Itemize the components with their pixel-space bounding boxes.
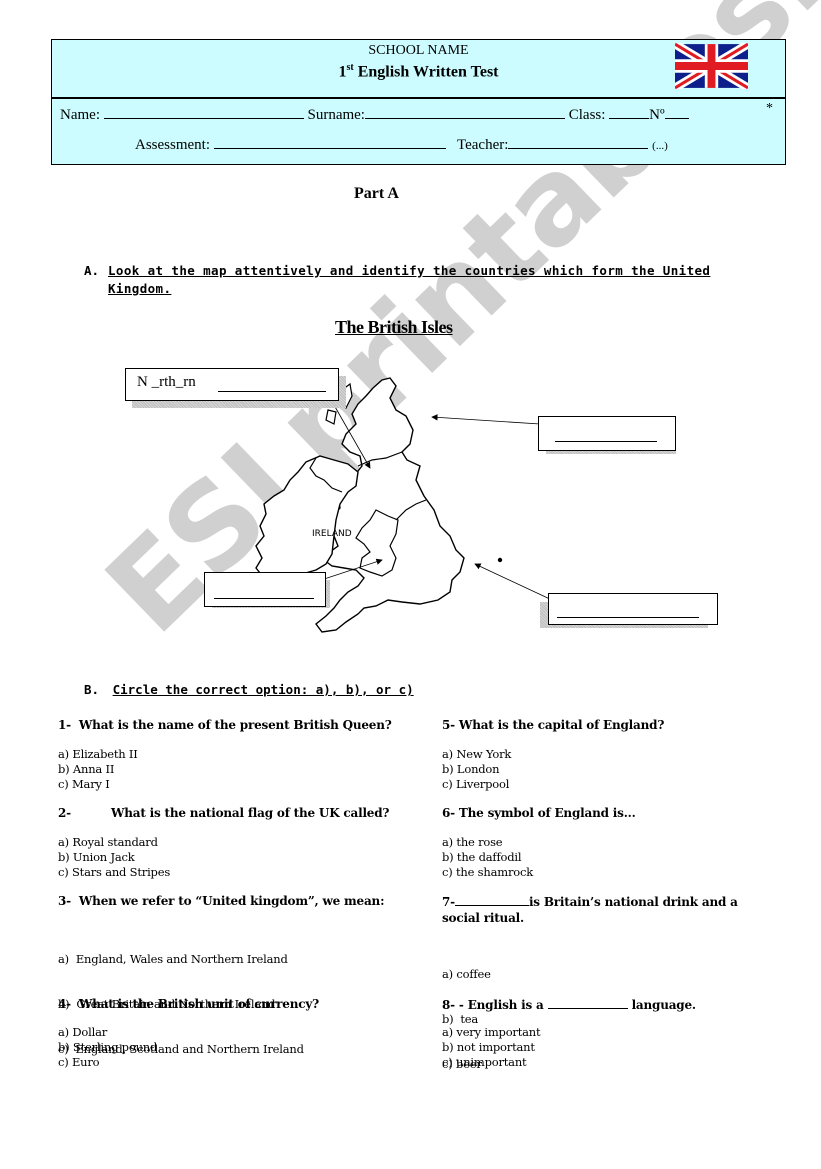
asterisk: *: [766, 101, 773, 116]
question-text: What is the capital of England?: [458, 718, 665, 732]
question-6-options: a) the rose b) the daffodil c) the shamr…: [442, 835, 533, 880]
info-row-2: Assessment: Teacher: (...): [135, 134, 668, 154]
question-number: 5-: [442, 718, 455, 732]
name-field[interactable]: [103, 104, 304, 119]
test-title-text: English Written Test: [353, 63, 499, 81]
option[interactable]: b) Sterling pound: [58, 1040, 157, 1055]
section-a-label: A.: [84, 263, 100, 278]
surname-field[interactable]: [364, 104, 565, 119]
teacher-label: Teacher:: [457, 137, 509, 153]
label-box-scotland[interactable]: [538, 416, 676, 451]
option[interactable]: a) the rose: [442, 835, 533, 850]
question-number: 2-: [58, 806, 71, 820]
question-text: What is the national flag of the UK call…: [110, 806, 390, 820]
arrow-england: [474, 563, 553, 601]
label-box-northern-ireland[interactable]: N _rth_rn: [125, 368, 339, 401]
number-field[interactable]: [664, 104, 689, 119]
question-text: is Britain’s national drink and a: [528, 895, 738, 909]
question-text: The symbol of England is...: [458, 806, 636, 820]
question-text: English is a: [467, 998, 544, 1012]
option[interactable]: a) Dollar: [58, 1025, 157, 1040]
teacher-field[interactable]: [508, 134, 649, 149]
question-text: When we refer to “United kingdom”, we me…: [78, 894, 385, 908]
option[interactable]: c) the shamrock: [442, 865, 533, 880]
test-number-suffix: st: [346, 62, 354, 73]
question-text: What is the name of the present British …: [78, 718, 392, 732]
question-8: 8- - English is a language.: [442, 997, 696, 1012]
union-jack-flag-icon: [675, 43, 748, 89]
question-6: 6- The symbol of England is...: [442, 806, 636, 820]
question-4-options: a) Dollar b) Sterling pound c) Euro: [58, 1025, 157, 1070]
section-a-line2: Kingdom.: [108, 281, 172, 296]
question-7: 7- is Britain’s national drink and a socia…: [442, 894, 762, 926]
northern-ireland-prefix: N _rth_rn: [137, 374, 196, 390]
section-a-line1: Look at the map attentively and identify…: [108, 263, 711, 278]
teacher-ellipsis: (...): [652, 140, 668, 152]
question-8-options: a) very important b) not important c) un…: [442, 1025, 541, 1070]
option[interactable]: c) Mary I: [58, 777, 138, 792]
option[interactable]: a) very important: [442, 1025, 541, 1040]
question-text-end: language.: [631, 998, 697, 1012]
arrow-scotland: [431, 414, 541, 425]
section-b-instruction: B. Circle the correct option: a), b), or…: [84, 682, 414, 697]
question-number: 8- -: [442, 998, 464, 1012]
question-2: 2- What is the national flag of the UK ca…: [58, 806, 389, 820]
info-row-1: Name: Surname: Class: Nº: [60, 104, 689, 124]
wales-blank[interactable]: [214, 584, 314, 599]
option[interactable]: b) Anna II: [58, 762, 138, 777]
class-label: Class:: [568, 107, 606, 123]
england-blank[interactable]: [557, 603, 699, 618]
option[interactable]: a) England, Wales and Northern Ireland: [58, 952, 304, 967]
option[interactable]: b) not important: [442, 1040, 540, 1055]
question-5-options: a) New York b) London c) Liverpool: [442, 747, 511, 792]
question-number: 4-: [58, 997, 71, 1011]
option[interactable]: b) the daffodil: [442, 850, 533, 865]
question-1: 1- What is the name of the present Briti…: [58, 718, 392, 732]
question-5: 5- What is the capital of England?: [442, 718, 664, 732]
option[interactable]: a) coffee: [442, 967, 491, 982]
label-box-wales[interactable]: [204, 572, 326, 607]
part-title: Part A: [354, 185, 399, 202]
question-4: 4- What is the British unit of currency?: [58, 997, 319, 1011]
question-3: 3- When we refer to “United kingdom”, we…: [58, 894, 385, 908]
assessment-field[interactable]: [213, 134, 446, 149]
student-info-box: Name: Surname: Class: Nº * Assessment: T…: [51, 97, 786, 165]
section-b-label: B.: [84, 682, 100, 697]
label-box-england[interactable]: [548, 593, 718, 625]
header-title-box: SCHOOL NAME 1st English Written Test: [51, 39, 786, 99]
question-number: 1-: [58, 718, 71, 732]
name-label: Name:: [60, 107, 100, 123]
class-field[interactable]: [609, 104, 650, 119]
question-8-blank[interactable]: [547, 997, 628, 1009]
section-a-text: Look at the map attentively and identify…: [108, 262, 774, 298]
ireland-label: IRELAND: [312, 529, 352, 539]
surname-label: Surname:: [307, 107, 365, 123]
london-dot: [497, 557, 503, 563]
option[interactable]: b) Union Jack: [58, 850, 170, 865]
option[interactable]: b) London: [442, 762, 511, 777]
skye-island: [325, 409, 337, 425]
question-7-blank[interactable]: [454, 894, 529, 906]
option[interactable]: a) New York: [442, 747, 511, 762]
option[interactable]: c) Stars and Stripes: [58, 865, 170, 880]
scotland-blank[interactable]: [555, 427, 657, 442]
option[interactable]: c) Euro: [58, 1055, 157, 1070]
option[interactable]: c) Liverpool: [442, 777, 511, 792]
option[interactable]: a) Royal standard: [58, 835, 170, 850]
number-label: Nº: [649, 107, 665, 123]
question-number: 6-: [442, 806, 455, 820]
question-number: 3-: [58, 894, 71, 908]
question-text-line2: social ritual.: [442, 911, 524, 925]
question-number: 7-: [442, 895, 455, 909]
question-1-options: a) Elizabeth II b) Anna II c) Mary I: [58, 747, 138, 792]
question-text: What is the British unit of currency?: [78, 997, 319, 1011]
option[interactable]: c) unimportant: [442, 1055, 540, 1070]
question-2-options: a) Royal standard b) Union Jack c) Stars…: [58, 835, 170, 880]
map-title: The British Isles: [335, 317, 453, 337]
option[interactable]: a) Elizabeth II: [58, 747, 138, 762]
section-b-text: Circle the correct option: a), b), or c): [112, 682, 414, 697]
assessment-label: Assessment:: [135, 137, 210, 153]
northern-ireland-blank[interactable]: [218, 377, 326, 392]
